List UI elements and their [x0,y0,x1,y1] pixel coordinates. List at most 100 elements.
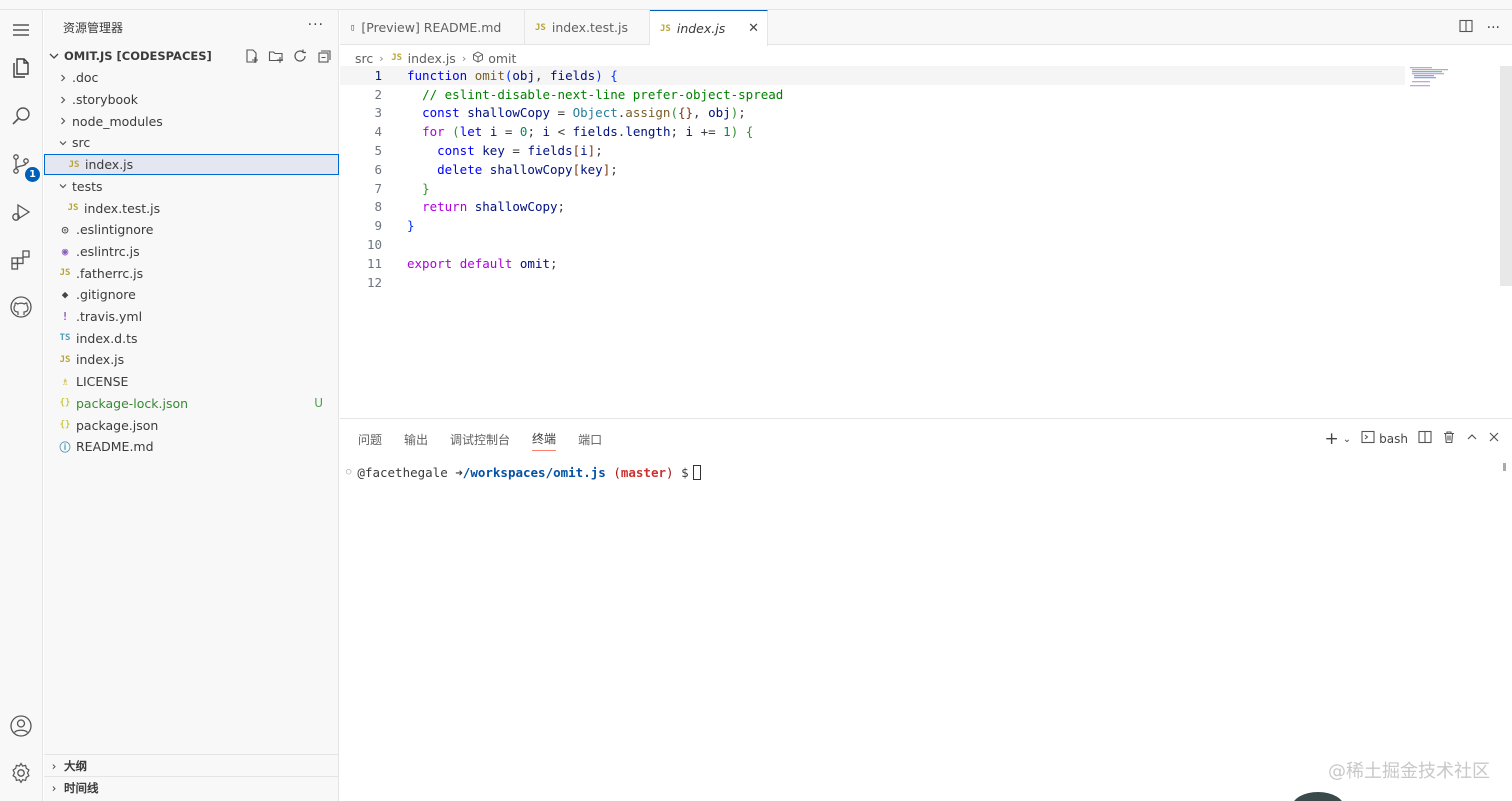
tree-item[interactable]: {} package-lock.json U [44,393,339,415]
github-icon[interactable] [5,291,37,323]
tree-item[interactable]: JS index.js [44,349,339,371]
trash-icon[interactable] [1442,430,1456,448]
json-file-icon: {} [59,398,71,409]
tree-item-label: index.test.js [84,200,161,216]
panel-actions: + ⌄ bash [1325,427,1500,451]
tree-item[interactable]: JS index.js [44,153,339,176]
explorer-icon[interactable] [5,52,37,84]
breadcrumb-file[interactable]: index.js [408,51,456,66]
terminal-shell-label[interactable]: bash [1379,432,1408,446]
close-panel-icon[interactable] [1488,431,1500,447]
js-file-icon: JS [660,23,671,34]
explorer-sidebar: 资源管理器 ··· OMIT.JS [CODESPACES] .doc .stor… [44,10,339,801]
tree-item[interactable]: ◉ .eslintrc.js [44,241,339,263]
scm-badge: 1 [25,167,40,182]
preview-icon: ▯ [350,22,356,33]
tree-item[interactable]: ◆ .gitignore [44,284,339,306]
terminal-scrollbar[interactable] [1503,463,1506,471]
search-icon[interactable] [5,100,37,132]
code-line-12: 12 [366,274,382,290]
code-editor[interactable]: 1 function omit(obj, fields) { 2 // eslin… [340,66,1512,418]
account-icon[interactable] [5,710,37,742]
bottom-panel: 问题 输出 调试控制台 终端 端口 + ⌄ bash ○ @facethegal… [340,418,1512,801]
workspace-section-header[interactable]: OMIT.JS [CODESPACES] [44,45,339,67]
editor-tab-bar: ▯ [Preview] README.md JS index.test.js J… [340,10,1512,46]
tree-item-label: index.js [85,157,134,173]
chevron-right-icon [56,73,70,83]
symbol-cube-icon [472,50,484,66]
refresh-icon[interactable] [291,48,309,64]
tree-item-label: .fatherrc.js [76,265,144,281]
new-terminal-icon[interactable]: + [1325,429,1339,449]
js-file-icon: JS [391,53,403,63]
tree-item[interactable]: src [44,132,339,154]
tab-terminal[interactable]: 终端 [532,427,557,451]
tree-item[interactable]: .storybook [44,89,339,111]
tree-item-label: index.js [76,352,125,368]
run-debug-icon[interactable] [5,196,37,228]
tab-debug-console[interactable]: 调试控制台 [450,427,510,451]
menu-icon[interactable] [5,14,37,46]
terminal-branch: master [620,464,667,480]
breadcrumb-folder[interactable]: src [355,51,373,66]
extensions-icon[interactable] [5,244,37,276]
split-editor-icon[interactable] [1459,19,1473,37]
tree-item-label: .gitignore [76,287,136,303]
yaml-icon: ! [61,310,69,324]
tree-item[interactable]: ! .travis.yml [44,306,339,328]
tree-item[interactable]: node_modules [44,110,339,132]
terminal-status-icon: ○ [346,467,352,477]
tab-label: [Preview] README.md [361,20,502,35]
tree-item-label: .doc [72,70,99,86]
tree-item[interactable]: JS .fatherrc.js [44,262,339,284]
code-line-10: 10 [366,237,382,253]
panel-tabs: 问题 输出 调试控制台 终端 端口 [358,427,602,451]
close-tab-icon[interactable]: ✕ [748,21,759,36]
tree-item-label: index.d.ts [76,330,138,346]
explorer-header: 资源管理器 [44,10,339,45]
tree-item-label: package-lock.json [76,395,189,411]
tree-item-label: LICENSE [76,374,129,390]
code-line-1: 1 function omit(obj, fields) { [340,66,1405,85]
chevron-right-icon: › [51,758,57,773]
chevron-down-icon[interactable]: ⌄ [1343,434,1351,445]
new-folder-icon[interactable] [267,48,285,64]
source-control-icon[interactable]: 1 [5,148,40,182]
terminal-arrow: ➜ [455,464,463,480]
tree-item[interactable]: tests [44,176,339,198]
editor-scrollbar[interactable] [1500,66,1512,286]
js-file-icon: JS [68,159,80,170]
tree-item[interactable]: .doc [44,67,339,89]
split-terminal-icon[interactable] [1418,430,1432,448]
maximize-panel-icon[interactable] [1466,431,1478,447]
timeline-section[interactable]: › 时间线 [44,776,339,798]
tree-item[interactable]: JS index.test.js [44,197,339,219]
outline-section[interactable]: › 大纲 [44,754,339,776]
tab-index-test-js[interactable]: JS index.test.js [525,10,650,45]
tab-ports[interactable]: 端口 [578,427,602,451]
tree-item[interactable]: ⓘ README.md [44,436,339,458]
tree-item[interactable]: ◎ .eslintignore [44,219,339,241]
breadcrumb-symbol[interactable]: omit [488,51,516,66]
tree-item[interactable]: TS index.d.ts [44,327,339,349]
tab-problems[interactable]: 问题 [358,427,382,451]
tree-item-label: tests [72,178,103,194]
tab-output[interactable]: 输出 [404,427,428,451]
tree-item[interactable]: {} package.json [44,414,339,436]
terminal-prompt[interactable]: ○ @facethegale ➜ /workspaces/omit.js (ma… [346,463,701,481]
minimap[interactable] [1410,66,1460,106]
more-actions-icon[interactable]: ··· [1487,20,1500,36]
collapse-all-icon[interactable] [315,48,333,64]
breadcrumb: src › JS index.js › omit [355,48,516,68]
tab-index-js[interactable]: JS index.js ✕ [650,10,768,46]
code-line-4: 4 for (let i = 0; i < fields.length; i +… [374,124,754,140]
new-file-icon[interactable] [243,48,261,64]
js-file-icon: JS [59,268,71,279]
more-actions-button[interactable]: ··· [308,17,324,33]
settings-gear-icon[interactable] [5,757,37,789]
chevron-right-icon: › [51,780,57,795]
code-line-7: 7 } [374,180,430,196]
tab-readme-preview[interactable]: ▯ [Preview] README.md [340,10,525,45]
tree-item[interactable]: ♗ LICENSE [44,371,339,393]
js-file-icon: JS [67,203,79,214]
